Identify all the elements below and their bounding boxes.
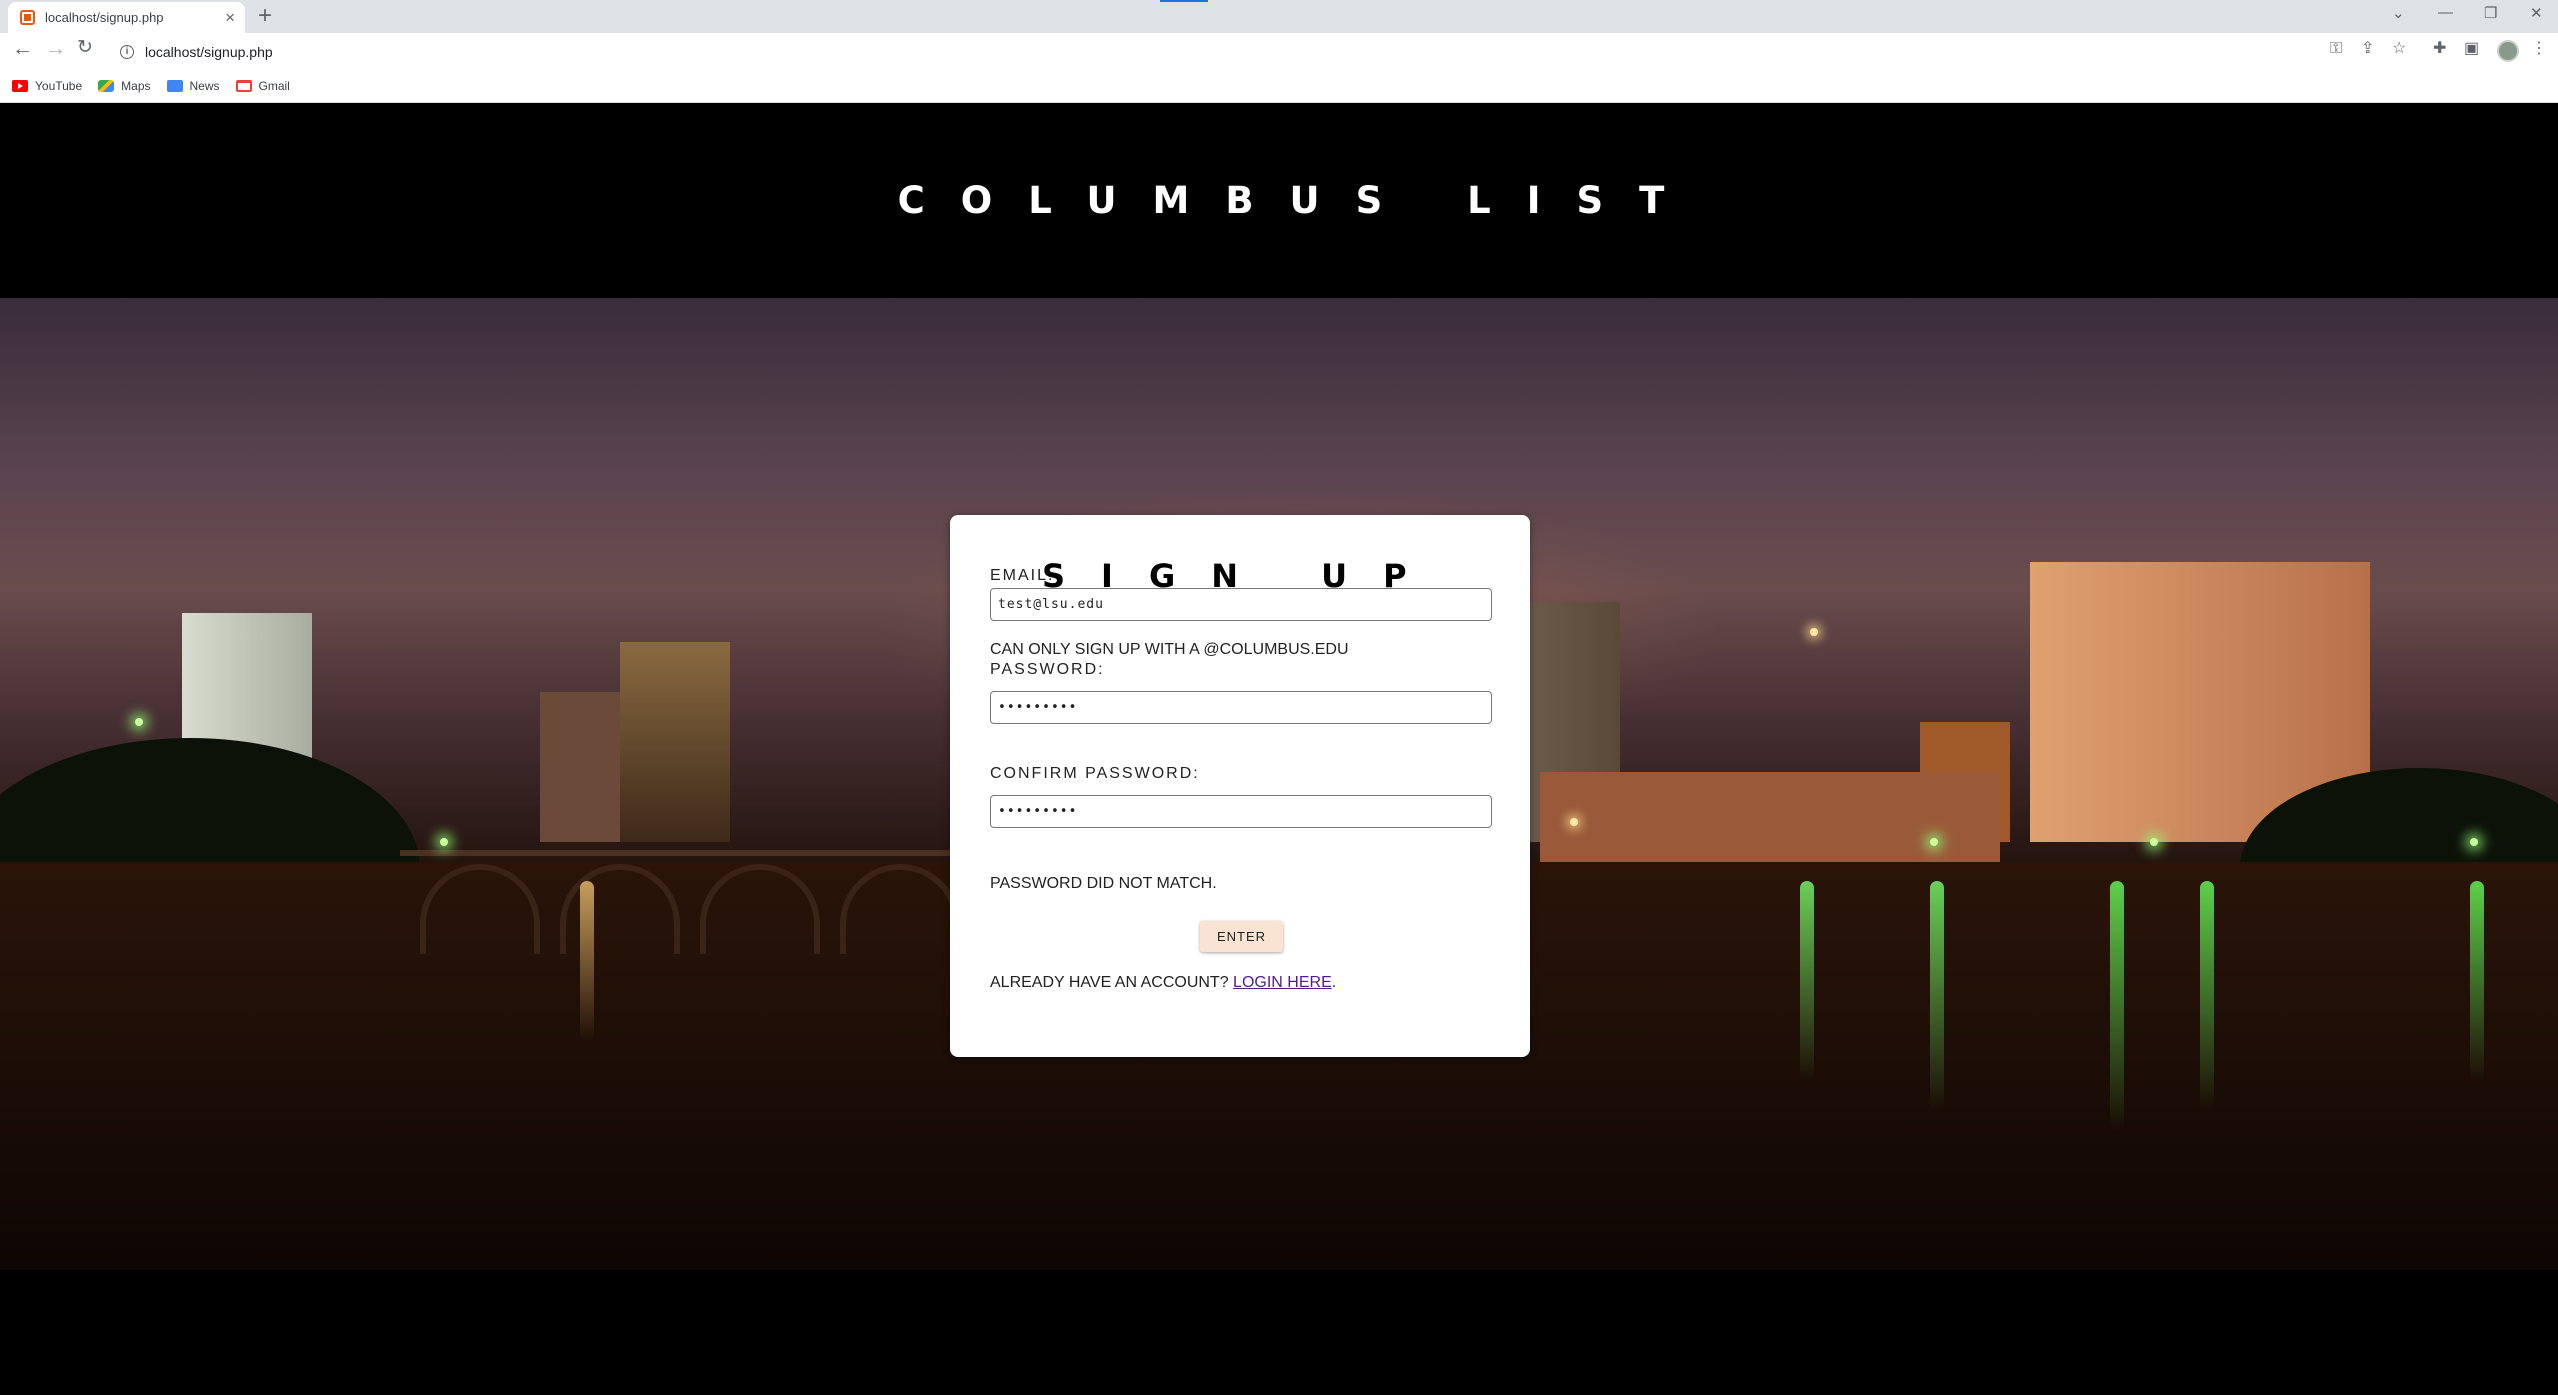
new-tab-icon[interactable]: +	[258, 4, 272, 28]
site-header: COLUMBUS LIST	[0, 103, 2558, 298]
light-reflection	[2200, 881, 2214, 1112]
bridge-arch	[560, 864, 680, 954]
close-window-icon[interactable]: ✕	[2530, 4, 2543, 22]
address-bar[interactable]: i localhost/signup.php	[110, 36, 2330, 67]
bookmark-star-icon[interactable]: ☆	[2392, 41, 2406, 57]
menu-icon[interactable]: ⋮	[2531, 41, 2547, 57]
address-url: localhost/signup.php	[145, 43, 273, 60]
youtube-icon	[12, 80, 28, 92]
page-viewport: COLUMBUS LIST SIGN UP EMAIL: test@lsu.ed…	[0, 103, 2558, 1395]
bridge-arch	[700, 864, 820, 954]
light-reflection	[1930, 881, 1944, 1112]
light-reflection	[580, 881, 594, 1042]
login-prompt-row: ALREADY HAVE AN ACCOUNT? LOGIN HERE.	[990, 974, 1336, 992]
light-reflection	[1800, 881, 1814, 1082]
arched-bridge	[400, 850, 960, 954]
skyline-building	[620, 642, 730, 843]
street-lamp	[2470, 838, 2478, 846]
login-here-link[interactable]: LOGIN HERE	[1233, 974, 1332, 991]
forward-icon[interactable]: →	[45, 38, 66, 59]
bookmark-label: News	[189, 79, 220, 93]
signup-form: SIGN UP EMAIL: test@lsu.edu CAN ONLY SIG…	[950, 515, 1530, 1057]
tab-search-icon[interactable]: ⌄	[2392, 4, 2405, 22]
password-field[interactable]: •••••••••	[990, 691, 1492, 724]
login-prompt-text: ALREADY HAVE AN ACCOUNT?	[990, 974, 1229, 991]
back-icon[interactable]: ←	[12, 38, 33, 59]
street-lamp	[1570, 818, 1578, 826]
site-favicon-icon	[20, 10, 35, 25]
tab-close-icon[interactable]: ×	[225, 9, 235, 26]
page-footer	[0, 1270, 2558, 1395]
tab-drag-indicator	[1160, 0, 1208, 2]
profile-avatar[interactable]	[2497, 40, 2519, 62]
skyline-building	[1540, 771, 2000, 862]
minimize-icon[interactable]: —	[2438, 4, 2453, 21]
bookmark-gmail[interactable]: Gmail	[235, 79, 290, 93]
bookmark-label: Gmail	[258, 79, 290, 93]
bridge-arch	[420, 864, 540, 954]
street-lamp	[1810, 628, 1818, 636]
password-label: PASSWORD:	[990, 661, 1105, 678]
bookmark-news[interactable]: News	[166, 79, 220, 93]
light-reflection	[2470, 881, 2484, 1082]
gmail-icon	[235, 80, 252, 92]
confirm-password-label: CONFIRM PASSWORD:	[990, 765, 1200, 782]
street-lamp	[135, 718, 143, 726]
reload-icon[interactable]: ↻	[77, 38, 93, 57]
site-title: COLUMBUS LIST	[897, 179, 1701, 222]
street-lamp	[1930, 838, 1938, 846]
extensions-icon[interactable]: ✚	[2433, 41, 2446, 57]
restore-icon[interactable]: ❐	[2484, 4, 2497, 22]
bookmark-youtube[interactable]: YouTube	[12, 79, 82, 93]
site-info-icon[interactable]: i	[120, 44, 134, 59]
browser-tab[interactable]: localhost/signup.php ×	[8, 2, 245, 33]
tab-title: localhost/signup.php	[45, 10, 164, 25]
enter-button[interactable]: ENTER	[1200, 921, 1283, 952]
street-lamp	[2150, 838, 2158, 846]
email-field[interactable]: test@lsu.edu	[990, 588, 1492, 621]
email-label: EMAIL:	[990, 567, 1055, 584]
confirm-password-field[interactable]: •••••••••	[990, 795, 1492, 828]
bookmark-maps[interactable]: Maps	[98, 79, 151, 93]
share-icon[interactable]: ⇪	[2361, 41, 2374, 57]
email-domain-note: CAN ONLY SIGN UP WITH A @COLUMBUS.EDU	[990, 641, 1349, 658]
side-panel-icon[interactable]: ▣	[2464, 41, 2479, 57]
browser-toolbar: ← → ↻ i localhost/signup.php ⚿ ⇪ ☆ ✚ ▣ ⋮	[0, 33, 2558, 70]
street-lamp	[440, 838, 448, 846]
key-icon[interactable]: ⚿	[2330, 41, 2342, 57]
bookmarks-bar: YouTube Maps News Gmail	[0, 70, 2558, 103]
bookmark-label: Maps	[121, 79, 151, 93]
news-icon	[166, 80, 183, 92]
password-mismatch-error: PASSWORD DID NOT MATCH.	[990, 875, 1217, 892]
light-reflection	[2110, 881, 2124, 1132]
skyline-building	[540, 692, 630, 843]
browser-tabstrip: localhost/signup.php × + ⌄ — ❐ ✕	[0, 0, 2558, 33]
bookmark-label: YouTube	[35, 79, 83, 93]
maps-icon	[98, 80, 115, 92]
login-suffix: .	[1331, 974, 1337, 991]
bridge-arch	[840, 864, 960, 954]
